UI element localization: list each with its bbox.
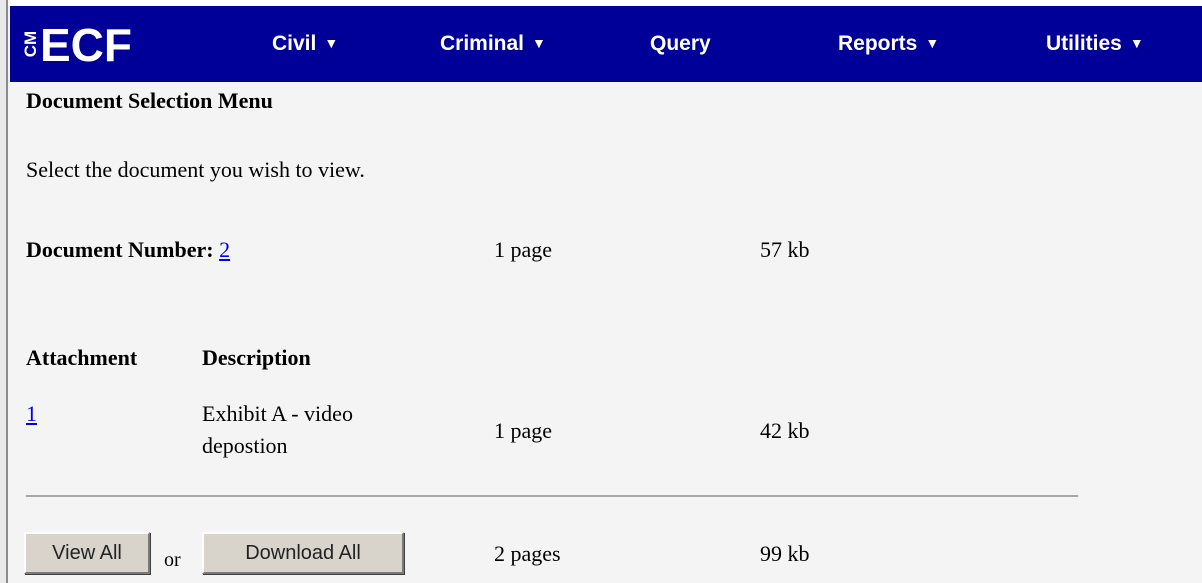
nav-utilities-menu[interactable]: Utilities ▼ [1046, 32, 1144, 56]
document-number-row: Document Number: 2 [26, 237, 230, 263]
attachment-1-pages: 1 page [494, 418, 553, 443]
document-size: 57 kb [760, 237, 810, 262]
download-all-button[interactable]: Download All [202, 532, 404, 574]
nav-reports-menu[interactable]: Reports ▼ [838, 32, 939, 56]
cmecf-logo: CM ECF [21, 19, 132, 71]
attachment-1-size: 42 kb [760, 418, 810, 443]
svg-text:CM: CM [21, 31, 40, 57]
total-size: 99 kb [760, 541, 810, 566]
dropdown-caret-icon: ▼ [324, 35, 339, 51]
nav-utilities-label: Utilities [1046, 32, 1122, 55]
dropdown-caret-icon: ▼ [1129, 35, 1144, 51]
document-pages: 1 page [494, 237, 553, 262]
page-title: Document Selection Menu [26, 88, 273, 113]
document-number-link[interactable]: 2 [219, 237, 230, 262]
attachment-1-link[interactable]: 1 [26, 401, 37, 427]
svg-text:ECF: ECF [40, 19, 132, 71]
attachment-column-header: Attachment [26, 345, 138, 370]
dropdown-caret-icon: ▼ [925, 35, 940, 51]
nav-civil-menu[interactable]: Civil ▼ [272, 32, 338, 56]
attachment-1-description: Exhibit A - video depostion [202, 401, 353, 458]
or-text: or [164, 549, 181, 571]
nav-criminal-menu[interactable]: Criminal ▼ [440, 32, 546, 56]
document-number-label: Document Number: [26, 237, 214, 262]
horizontal-divider [26, 495, 1078, 497]
total-pages: 2 pages [494, 541, 561, 566]
nav-civil-label: Civil [272, 32, 317, 55]
description-column-header: Description [202, 345, 311, 370]
window-left-border [0, 0, 8, 583]
nav-criminal-label: Criminal [440, 32, 525, 55]
instruction-text: Select the document you wish to view. [26, 157, 365, 182]
top-navigation-bar: CM ECF Civil ▼ Criminal ▼ Query Reports ▼ U… [10, 6, 1202, 82]
dropdown-caret-icon: ▼ [532, 35, 546, 51]
view-all-button[interactable]: View All [24, 532, 150, 574]
nav-reports-label: Reports [838, 32, 918, 55]
nav-query-link[interactable]: Query [650, 32, 711, 56]
nav-query-label: Query [650, 32, 711, 55]
